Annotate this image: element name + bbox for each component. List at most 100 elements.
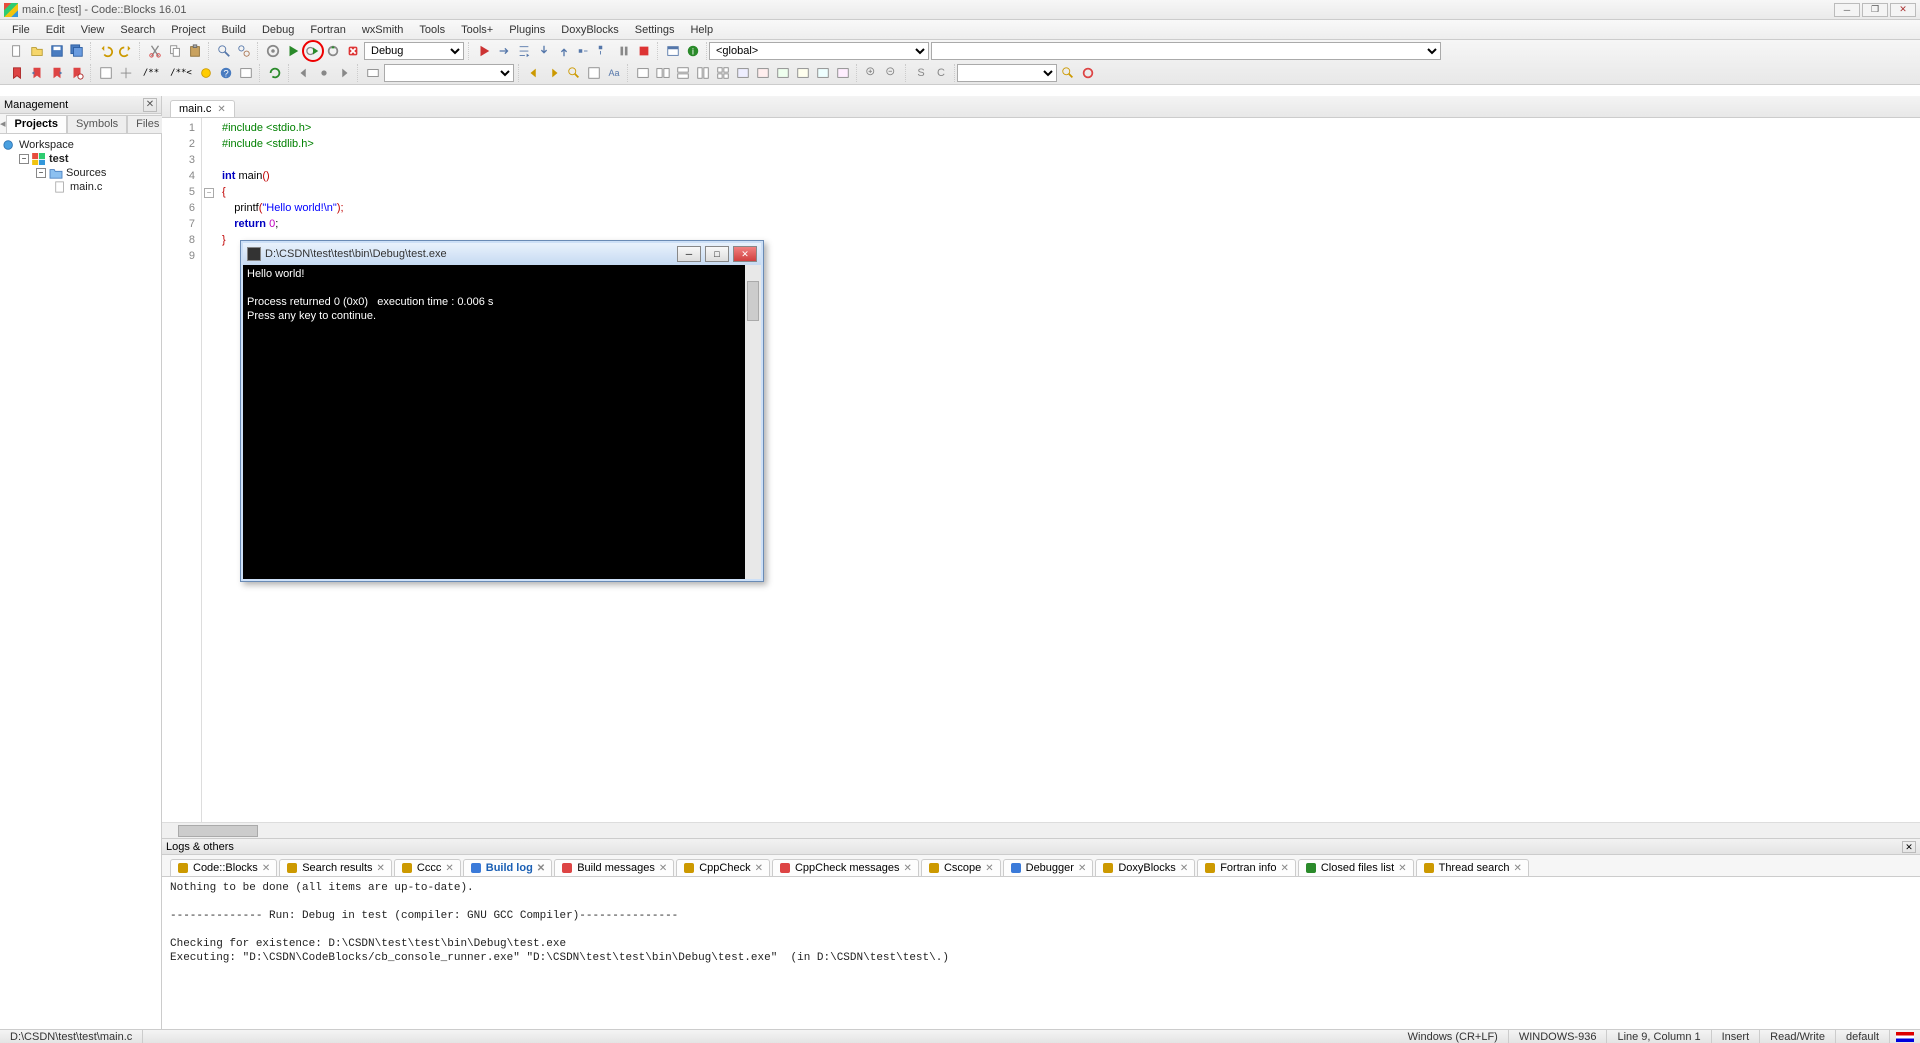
win-split-h-icon[interactable] bbox=[674, 64, 692, 82]
log-tab-search-results[interactable]: Search results✕ bbox=[279, 859, 392, 876]
info-icon[interactable]: i bbox=[684, 42, 702, 60]
menu-build[interactable]: Build bbox=[213, 22, 253, 38]
find-icon[interactable] bbox=[215, 42, 233, 60]
build-and-run-icon[interactable] bbox=[304, 42, 322, 60]
log-tab-cccc[interactable]: Cccc✕ bbox=[394, 859, 461, 876]
console-minimize-button[interactable]: ─ bbox=[677, 246, 701, 262]
stop-debug-icon[interactable] bbox=[635, 42, 653, 60]
log-tab-cscope[interactable]: Cscope✕ bbox=[921, 859, 1001, 876]
menu-search[interactable]: Search bbox=[112, 22, 163, 38]
build-log-body[interactable]: Nothing to be done (all items are up-to-… bbox=[162, 877, 1920, 1029]
menu-debug[interactable]: Debug bbox=[254, 22, 302, 38]
menu-view[interactable]: View bbox=[73, 22, 113, 38]
menu-project[interactable]: Project bbox=[163, 22, 213, 38]
jump-mark-icon[interactable] bbox=[315, 64, 333, 82]
menu-plugins[interactable]: Plugins bbox=[501, 22, 553, 38]
abbrev-icon[interactable] bbox=[364, 64, 382, 82]
console-close-button[interactable]: ✕ bbox=[733, 246, 757, 262]
collapse-icon[interactable]: − bbox=[19, 154, 29, 164]
log-tab-build-messages[interactable]: Build messages✕ bbox=[554, 859, 674, 876]
next-instr-icon[interactable] bbox=[575, 42, 593, 60]
win-a-icon[interactable] bbox=[734, 64, 752, 82]
console-body[interactable]: Hello world! Process returned 0 (0x0) ex… bbox=[243, 265, 761, 579]
run-icon[interactable] bbox=[284, 42, 302, 60]
editor-hscrollbar[interactable] bbox=[162, 822, 1920, 838]
build-icon[interactable] bbox=[264, 42, 282, 60]
debug-start-icon[interactable] bbox=[475, 42, 493, 60]
search-go-icon[interactable] bbox=[1059, 64, 1077, 82]
sel-s-icon[interactable]: S bbox=[912, 64, 930, 82]
rebuild-icon[interactable] bbox=[324, 42, 342, 60]
run-to-cursor-icon[interactable] bbox=[495, 42, 513, 60]
zoom-out-icon[interactable] bbox=[883, 64, 901, 82]
bookmark-next-icon[interactable] bbox=[48, 64, 66, 82]
win-grid-icon[interactable] bbox=[714, 64, 732, 82]
log-tab-cppcheck[interactable]: CppCheck✕ bbox=[676, 859, 770, 876]
log-tab-doxyblocks[interactable]: DoxyBlocks✕ bbox=[1095, 859, 1195, 876]
break-icon[interactable] bbox=[615, 42, 633, 60]
win-f-icon[interactable] bbox=[834, 64, 852, 82]
doxy-comment-block-icon[interactable]: /** bbox=[137, 64, 165, 82]
hl-next-icon[interactable] bbox=[545, 64, 563, 82]
next-line-icon[interactable] bbox=[515, 42, 533, 60]
tree-folder[interactable]: − Sources bbox=[2, 166, 159, 180]
management-close-icon[interactable]: ✕ bbox=[143, 98, 157, 112]
doxy-prefs-icon[interactable] bbox=[237, 64, 255, 82]
log-tab-cppcheck-messages[interactable]: CppCheck messages✕ bbox=[772, 859, 919, 876]
menu-settings[interactable]: Settings bbox=[627, 22, 683, 38]
bookmark-toggle-icon[interactable] bbox=[8, 64, 26, 82]
abort-icon[interactable] bbox=[344, 42, 362, 60]
menu-tools-[interactable]: Tools+ bbox=[453, 22, 501, 38]
menu-wxsmith[interactable]: wxSmith bbox=[354, 22, 412, 38]
win-d-icon[interactable] bbox=[794, 64, 812, 82]
win-dual-icon[interactable] bbox=[654, 64, 672, 82]
scope-select[interactable]: <global> bbox=[709, 42, 929, 60]
doxy-extract-icon[interactable] bbox=[97, 64, 115, 82]
step-into-instr-icon[interactable] bbox=[595, 42, 613, 60]
console-maximize-button[interactable]: □ bbox=[705, 246, 729, 262]
log-tab-debugger[interactable]: Debugger✕ bbox=[1003, 859, 1094, 876]
locale-flag-icon[interactable] bbox=[1896, 1032, 1914, 1042]
doxy-help-icon[interactable]: ? bbox=[217, 64, 235, 82]
step-out-icon[interactable] bbox=[555, 42, 573, 60]
save-all-icon[interactable] bbox=[68, 42, 86, 60]
doxy-comment-line-icon[interactable]: /**< bbox=[167, 64, 195, 82]
hl-find-icon[interactable] bbox=[565, 64, 583, 82]
abbrev-select[interactable] bbox=[384, 64, 514, 82]
sel-c-icon[interactable]: C bbox=[932, 64, 950, 82]
win-split-v-icon[interactable] bbox=[694, 64, 712, 82]
zoom-in-icon[interactable] bbox=[863, 64, 881, 82]
debug-windows-icon[interactable] bbox=[664, 42, 682, 60]
log-tab-fortran-info[interactable]: Fortran info✕ bbox=[1197, 859, 1296, 876]
editor-tab-main[interactable]: main.c ✕ bbox=[170, 100, 235, 117]
console-vscrollbar[interactable] bbox=[745, 265, 761, 579]
doxy-wizard-icon[interactable] bbox=[117, 64, 135, 82]
tree-workspace[interactable]: Workspace bbox=[2, 138, 159, 152]
hl-options-icon[interactable] bbox=[585, 64, 603, 82]
paste-icon[interactable] bbox=[186, 42, 204, 60]
jump-back-icon[interactable] bbox=[295, 64, 313, 82]
search-opts-icon[interactable] bbox=[1079, 64, 1097, 82]
hl-prev-icon[interactable] bbox=[525, 64, 543, 82]
log-tab-code-blocks[interactable]: Code::Blocks✕ bbox=[170, 859, 277, 876]
build-target-select[interactable]: Debug bbox=[364, 42, 464, 60]
cut-icon[interactable] bbox=[146, 42, 164, 60]
editor-tab-close-icon[interactable]: ✕ bbox=[217, 104, 225, 115]
replace-icon[interactable] bbox=[235, 42, 253, 60]
new-file-icon[interactable] bbox=[8, 42, 26, 60]
menu-doxyblocks[interactable]: DoxyBlocks bbox=[553, 22, 626, 38]
tree-file[interactable]: main.c bbox=[2, 180, 159, 194]
redo-icon[interactable] bbox=[117, 42, 135, 60]
tab-symbols[interactable]: Symbols bbox=[67, 115, 127, 133]
refresh-icon[interactable] bbox=[266, 64, 284, 82]
minimize-button[interactable]: ─ bbox=[1834, 3, 1860, 17]
win-single-icon[interactable] bbox=[634, 64, 652, 82]
maximize-button[interactable]: ❐ bbox=[1862, 3, 1888, 17]
close-button[interactable]: ✕ bbox=[1890, 3, 1916, 17]
jump-fwd-icon[interactable] bbox=[335, 64, 353, 82]
log-tab-build-log[interactable]: Build log✕ bbox=[463, 859, 552, 876]
symbol-select[interactable] bbox=[931, 42, 1441, 60]
menu-file[interactable]: File bbox=[4, 22, 38, 38]
bookmark-prev-icon[interactable] bbox=[28, 64, 46, 82]
undo-icon[interactable] bbox=[97, 42, 115, 60]
